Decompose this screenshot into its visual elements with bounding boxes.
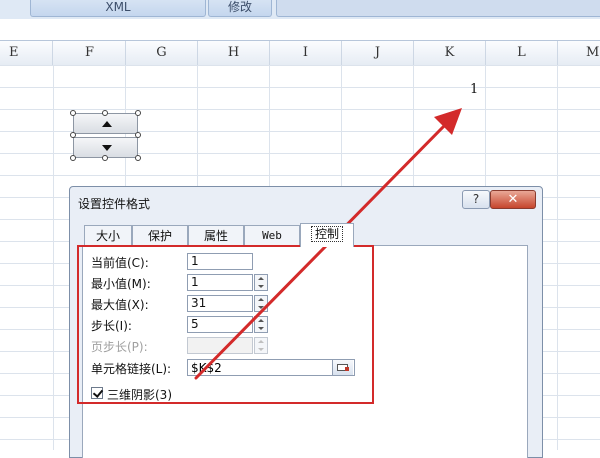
close-button[interactable]: ✕: [490, 190, 536, 209]
tab-web[interactable]: Web: [244, 225, 300, 246]
ribbon-group-empty: [276, 0, 600, 17]
column-header-f[interactable]: F: [54, 41, 126, 65]
ribbon-group-modify[interactable]: 修改: [208, 0, 272, 17]
tab-control[interactable]: 控制: [300, 223, 354, 247]
dialog-title: 设置控件格式: [78, 197, 151, 211]
column-header-e[interactable]: E: [0, 41, 53, 65]
column-header-h[interactable]: H: [198, 41, 270, 65]
resize-handle[interactable]: [70, 110, 76, 116]
arrow-up-icon: [102, 121, 112, 127]
tab-properties[interactable]: 属性: [188, 225, 244, 246]
arrow-down-icon: [102, 145, 112, 151]
tab-control-label: 控制: [310, 226, 343, 242]
column-header-j[interactable]: J: [342, 41, 414, 65]
spin-up-button[interactable]: [73, 113, 138, 134]
resize-handle[interactable]: [102, 110, 108, 116]
resize-handle[interactable]: [70, 155, 76, 161]
tab-protection[interactable]: 保护: [132, 225, 188, 246]
cell-k2-value[interactable]: 1: [470, 82, 478, 97]
column-header-i[interactable]: I: [270, 41, 342, 65]
highlight-box: [77, 245, 374, 404]
help-button[interactable]: ?: [462, 190, 490, 209]
tab-size[interactable]: 大小: [84, 225, 132, 246]
resize-handle[interactable]: [135, 155, 141, 161]
resize-handle[interactable]: [135, 110, 141, 116]
resize-handle[interactable]: [102, 155, 108, 161]
resize-handle[interactable]: [70, 132, 76, 138]
column-header-bar: E F G H I J K L M: [0, 40, 600, 66]
column-header-g[interactable]: G: [126, 41, 198, 65]
column-header-m[interactable]: M: [558, 41, 600, 65]
column-header-k[interactable]: K: [414, 41, 486, 65]
spin-button-control[interactable]: [73, 113, 138, 158]
resize-handle[interactable]: [135, 132, 141, 138]
ribbon-strip: XML 修改: [0, 0, 600, 19]
column-header-l[interactable]: L: [486, 41, 558, 65]
ribbon-group-xml[interactable]: XML: [30, 0, 206, 17]
